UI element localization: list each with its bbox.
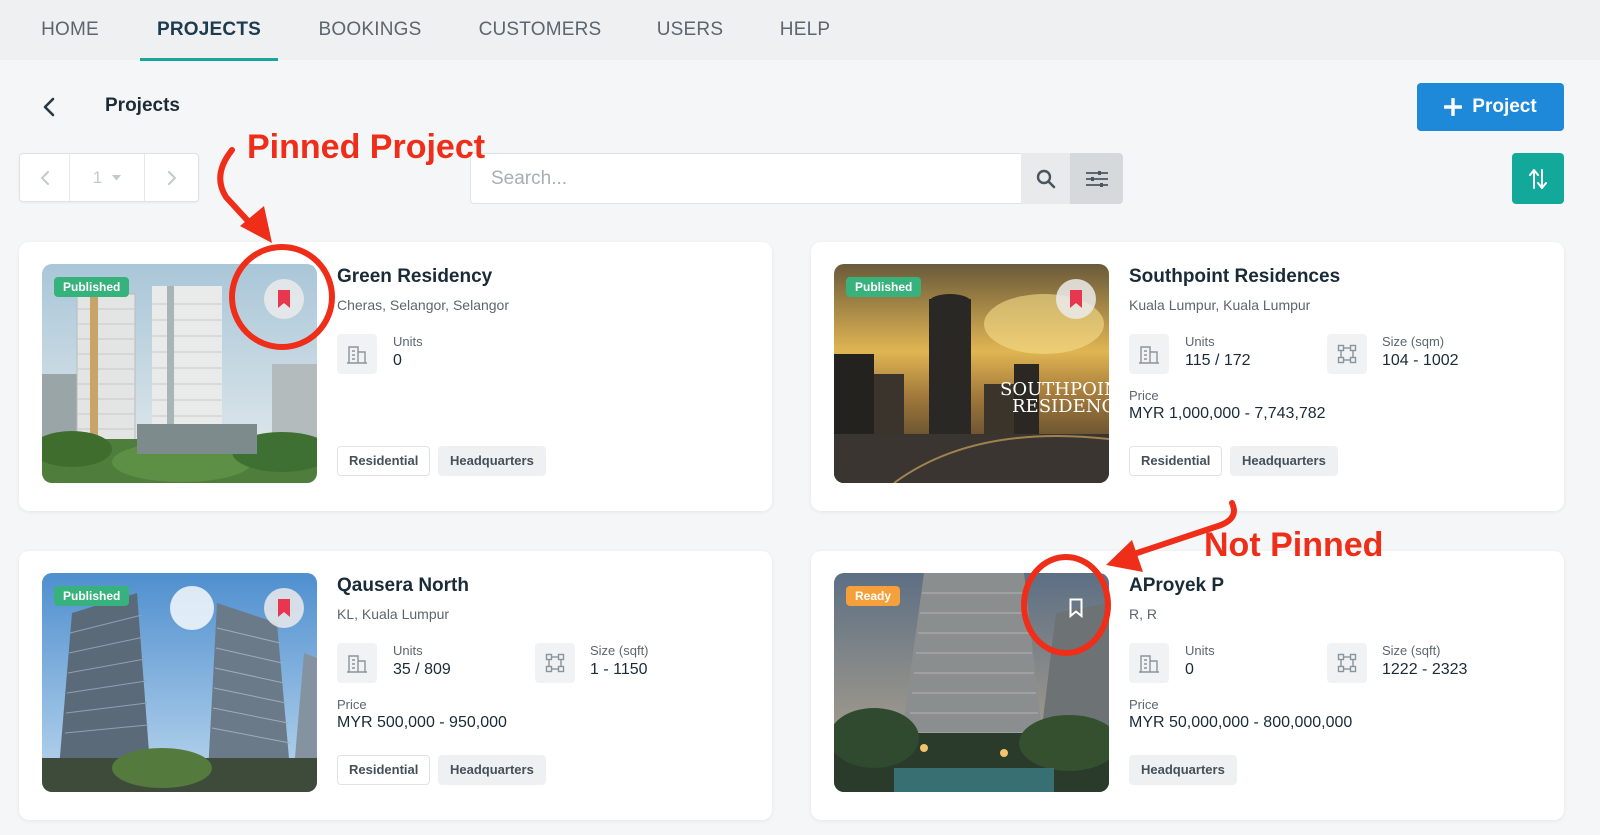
status-badge: Ready <box>846 586 901 606</box>
filter-button[interactable] <box>1070 153 1123 204</box>
search-icon <box>1036 169 1056 188</box>
units-value: 0 <box>393 352 402 369</box>
sort-arrows-icon <box>1529 168 1547 189</box>
page-title: Projects <box>105 95 180 116</box>
project-location: Kuala Lumpur, Kuala Lumpur <box>1129 297 1311 313</box>
size-value: 104 - 1002 <box>1382 352 1459 369</box>
chevron-left-icon <box>40 170 49 185</box>
pagination-prev-button[interactable] <box>20 154 70 201</box>
pin-button[interactable] <box>1056 588 1096 628</box>
nav-help[interactable]: HELP <box>770 0 840 60</box>
search-field <box>470 153 1022 204</box>
units-value: 0 <box>1185 661 1194 678</box>
chevron-right-icon <box>167 170 176 185</box>
units-label: Units <box>1185 643 1215 658</box>
add-project-label: Project <box>1472 96 1537 117</box>
project-image: SOUTHPOIN RESIDENC Published <box>834 264 1109 483</box>
project-card[interactable]: Ready AProyek P R, R Units 0 Size (sqft)… <box>811 551 1564 820</box>
project-image: Published <box>42 573 317 792</box>
price-label: Price <box>337 697 367 712</box>
size-label: Size (sqm) <box>1382 334 1445 349</box>
chevron-left-icon <box>43 97 55 117</box>
search-button[interactable] <box>1021 153 1071 204</box>
project-name[interactable]: AProyek P <box>1129 575 1224 597</box>
project-card[interactable]: Published Green Residency Cheras, Selang… <box>19 242 772 511</box>
project-location: KL, Kuala Lumpur <box>337 606 450 622</box>
sort-button[interactable] <box>1512 153 1564 204</box>
arrow-head <box>240 206 272 243</box>
tag-residential: Residential <box>1129 446 1223 476</box>
building-icon <box>1129 334 1169 374</box>
bookmark-filled-icon <box>278 599 290 617</box>
pin-button[interactable] <box>264 279 304 319</box>
units-label: Units <box>1185 334 1215 349</box>
building-icon <box>337 334 377 374</box>
nav-home[interactable]: HOME <box>30 0 110 60</box>
size-label: Size (sqft) <box>1382 643 1441 658</box>
image-text-line-2: RESIDENC <box>1012 396 1109 417</box>
page-select[interactable]: 1 <box>70 154 145 201</box>
project-card[interactable]: Published Qausera North KL, Kuala Lumpur… <box>19 551 772 820</box>
project-location: Cheras, Selangor, Selangor <box>337 297 509 313</box>
bookmark-filled-icon <box>1070 290 1082 308</box>
project-image: Published <box>42 264 317 483</box>
size-value: 1222 - 2323 <box>1382 661 1468 678</box>
tag-residential: Residential <box>337 446 431 476</box>
tag-headquarters: Headquarters <box>1230 446 1338 476</box>
pin-button[interactable] <box>1056 279 1096 319</box>
price-label: Price <box>1129 697 1159 712</box>
tag-headquarters: Headquarters <box>438 446 546 476</box>
size-label: Size (sqft) <box>590 643 649 658</box>
size-icon <box>1327 643 1367 683</box>
back-button[interactable] <box>36 92 62 122</box>
sliders-icon <box>1085 170 1108 187</box>
project-location: R, R <box>1129 606 1157 622</box>
project-name[interactable]: Southpoint Residences <box>1129 266 1340 288</box>
current-page: 1 <box>92 167 103 187</box>
project-image: Ready <box>834 573 1109 792</box>
status-badge: Published <box>54 277 130 297</box>
bookmark-outline-icon <box>1069 598 1083 618</box>
project-name[interactable]: Qausera North <box>337 575 469 597</box>
price-value: MYR 50,000,000 - 800,000,000 <box>1129 714 1353 731</box>
nav-projects[interactable]: PROJECTS <box>140 0 278 60</box>
nav-active-underline <box>140 58 278 61</box>
project-card[interactable]: SOUTHPOIN RESIDENC Published Southpoint … <box>811 242 1564 511</box>
project-name[interactable]: Green Residency <box>337 266 492 288</box>
annotation-not-pinned-label: Not Pinned <box>1204 526 1384 564</box>
building-icon <box>337 643 377 683</box>
status-badge: Published <box>846 277 922 297</box>
tag-headquarters: Headquarters <box>1129 755 1237 785</box>
pin-button[interactable] <box>264 588 304 628</box>
units-label: Units <box>393 334 423 349</box>
nav-customers[interactable]: CUSTOMERS <box>470 0 610 60</box>
units-label: Units <box>393 643 423 658</box>
pagination-next-button[interactable] <box>145 154 198 201</box>
nav-bookings[interactable]: BOOKINGS <box>306 0 434 60</box>
plus-icon <box>1444 98 1463 116</box>
pagination: 1 <box>19 153 199 202</box>
bookmark-filled-icon <box>278 290 290 308</box>
add-project-button[interactable]: Project <box>1417 83 1564 131</box>
status-badge: Published <box>54 586 130 606</box>
size-value: 1 - 1150 <box>590 661 648 678</box>
tag-headquarters: Headquarters <box>438 755 546 785</box>
top-nav: HOME PROJECTS BOOKINGS CUSTOMERS USERS H… <box>0 0 1600 61</box>
annotation-pinned-label: Pinned Project <box>247 128 486 166</box>
price-label: Price <box>1129 388 1159 403</box>
tag-residential: Residential <box>337 755 431 785</box>
search-input[interactable] <box>471 154 1021 203</box>
size-icon <box>535 643 575 683</box>
units-value: 35 / 809 <box>393 661 451 678</box>
price-value: MYR 1,000,000 - 7,743,782 <box>1129 405 1326 422</box>
nav-users[interactable]: USERS <box>646 0 734 60</box>
price-value: MYR 500,000 - 950,000 <box>337 714 507 731</box>
caret-down-icon <box>112 174 122 180</box>
size-icon <box>1327 334 1367 374</box>
building-icon <box>1129 643 1169 683</box>
units-value: 115 / 172 <box>1185 352 1251 369</box>
